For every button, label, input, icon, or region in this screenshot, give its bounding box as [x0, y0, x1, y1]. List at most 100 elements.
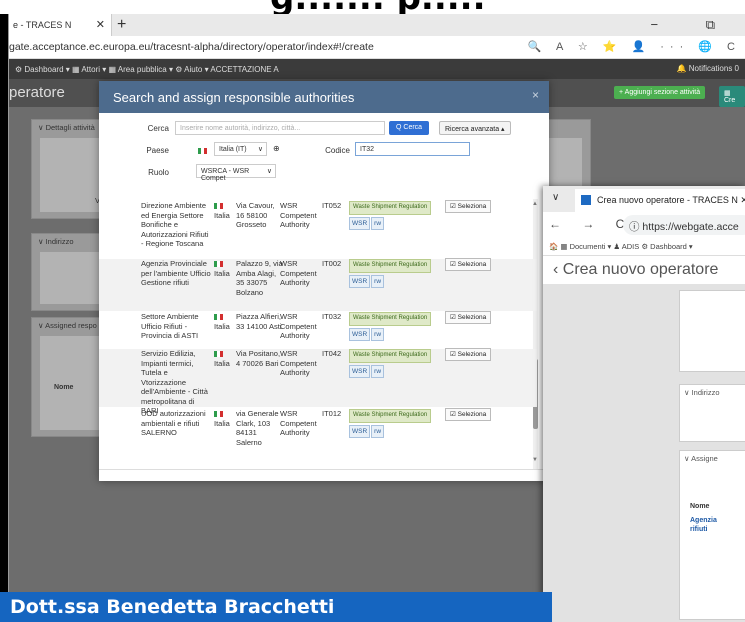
country-select[interactable]: Italia (IT) ∨ [214, 142, 267, 156]
tab-bar-2: ∨ Crea nuovo operatore - TRACES N ✕ [543, 186, 745, 212]
new-tab-button[interactable]: + [117, 16, 126, 34]
table-header-nome-2: Nome [690, 503, 710, 510]
notifications-button[interactable]: 🔔 Notifications 0 [677, 64, 739, 73]
browser-tab-2[interactable]: Crea nuovo operatore - TRACES N ✕ [575, 189, 745, 212]
card-address-2: ∨ Indirizzo [679, 384, 745, 442]
flag-it-icon [214, 351, 223, 358]
select-button[interactable]: ☑ Seleziona [445, 348, 492, 361]
code-cell: IT052 [322, 201, 342, 210]
tab-list-dropdown[interactable]: ∨ [552, 192, 559, 203]
select-cell: ☑ Seleziona [445, 348, 492, 361]
nav-buttons[interactable]: ← → C [549, 217, 633, 231]
page-body-2: ∨ Indirizzo ∨ Assigne Nome Agenzia rifiu… [543, 284, 745, 622]
globe-icon[interactable]: ⊕ [273, 144, 280, 153]
select-cell: ☑ Seleziona [445, 408, 492, 421]
country-text: Italia [214, 358, 230, 368]
address-bar-2: ← → C ⓘ https://webgate.acce [543, 212, 745, 238]
tags-cell: Waste Shipment Regulation WSR rw [349, 259, 449, 288]
tab-title-2: Crea nuovo operatore - TRACES N ✕ [597, 195, 745, 205]
country-cell: Italia [214, 201, 236, 220]
result-row: Agenzia Provinciale per l'ambiente Uffic… [99, 258, 537, 311]
tags-cell: Waste Shipment Regulation WSR rw [349, 312, 449, 341]
modal-header: Search and assign responsible authoritie… [99, 81, 549, 113]
role-cell: WSR Competent Authority [280, 259, 317, 287]
regulation-badge: Waste Shipment Regulation [349, 312, 432, 326]
flag-it-icon [214, 203, 223, 210]
browser-toolbar-icons[interactable]: 🔍 A ☆ ⭐ 👤 ··· 🌐 C [528, 40, 741, 53]
wsr-badge: WSR [349, 364, 371, 378]
table-header-nome: Nome [54, 384, 74, 391]
authority-name: Settore Ambiente Ufficio Rifiuti - Provi… [141, 312, 199, 340]
assigned-authority-link[interactable]: Agenzia rifiuti [690, 516, 720, 534]
address-cell: via Generale Clark, 103 84131 Salerno [236, 409, 279, 447]
card-label: ∨ Indirizzo [684, 388, 720, 397]
address-bar[interactable]: gate.acceptance.ec.europa.eu/tracesnt-al… [9, 36, 745, 59]
url-text[interactable]: gate.acceptance.ec.europa.eu/tracesnt-al… [9, 41, 374, 53]
modal-footer [99, 469, 549, 481]
page-title-2[interactable]: ‹ Crea nuovo operatore [543, 256, 745, 284]
assign-authorities-modal: Search and assign responsible authoritie… [99, 81, 549, 481]
country-cell: Italia [214, 259, 236, 278]
country-cell: Italia [214, 349, 236, 368]
flag-it-icon [214, 411, 223, 418]
select-button[interactable]: ☑ Seleziona [445, 408, 492, 421]
code-input[interactable]: IT32 [355, 142, 470, 156]
card-top-2 [679, 290, 745, 372]
rw-badge: rw [371, 424, 385, 438]
code-cell: IT002 [322, 259, 342, 268]
close-tab-icon[interactable]: ✕ [96, 18, 105, 31]
authority-name: Direzione Ambiente ed Energia Settore Bo… [141, 201, 209, 248]
regulation-badge: Waste Shipment Regulation [349, 409, 432, 423]
bookmark-bar[interactable]: 🏠 ▦ Documenti ▾ ♟ ADIS ⚙ Dashboard ▾ [543, 238, 745, 256]
add-activity-button[interactable]: + Aggiungi sezione attività [614, 86, 706, 99]
select-button[interactable]: ☑ Seleziona [445, 200, 492, 213]
flag-it-icon [198, 146, 207, 155]
search-button[interactable]: Q Cerca [389, 121, 430, 135]
window-controls[interactable]: − ⧉ [651, 17, 738, 33]
browser-tab[interactable]: e - TRACES N ✕ [9, 14, 112, 36]
flag-it-icon [214, 261, 223, 268]
role-cell: WSR Competent Authority [280, 349, 317, 377]
country-text: Italia [214, 418, 230, 428]
stage: g....... p..... e - TRACES N ✕ + − ⧉ gat… [0, 0, 745, 622]
results-list[interactable]: ▲ ▼ Direzione Ambiente ed Energia Settor… [99, 199, 549, 469]
page-title: peratore [9, 84, 65, 101]
country-text: Italia [214, 268, 230, 278]
country-cell: Italia [214, 312, 236, 331]
select-cell: ☑ Seleziona [445, 258, 492, 271]
card-assigned-2: ∨ Assigne Nome Agenzia rifiuti [679, 450, 745, 620]
address-cell: Via Cavour, 16 58100 Grosseto [236, 201, 275, 229]
app-nav-items[interactable]: ⚙ Dashboard ▾ ▦ Attori ▾ ▦ Area pubblica… [15, 65, 279, 74]
create-button[interactable]: ▦ Cre [719, 86, 745, 107]
regulation-badge: Waste Shipment Regulation [349, 259, 432, 273]
role-select[interactable]: WSRCA - WSR Compet ∨ [196, 164, 276, 182]
role-label: Ruolo [148, 168, 169, 177]
code-cell: IT012 [322, 409, 342, 418]
search-input[interactable]: Inserire nome autorità, indirizzo, città… [175, 121, 385, 135]
tab-bar: e - TRACES N ✕ + − ⧉ [9, 14, 745, 36]
advanced-search-button[interactable]: Ricerca avanzata ▴ [439, 121, 511, 135]
code-cell: IT042 [322, 349, 342, 358]
regulation-badge: Waste Shipment Regulation [349, 349, 432, 363]
slide-title-fragment: g....... p..... [0, 0, 745, 14]
result-row: Settore Ambiente Ufficio Rifiuti - Provi… [99, 311, 537, 348]
authority-name: Agenzia Provinciale per l'ambiente Uffic… [141, 259, 211, 287]
code-label: Codice [325, 146, 350, 155]
country-label: Paese [146, 146, 169, 155]
select-cell: ☑ Seleziona [445, 200, 492, 213]
result-row: Servizio Edilizia, Impianti termici, Tut… [99, 348, 537, 415]
country-text: Italia [214, 210, 230, 220]
rw-badge: rw [371, 216, 385, 230]
chevron-down-icon: ∨ [266, 168, 272, 175]
result-row: UOD autorizzazioni ambientali e rifiuti … [99, 408, 537, 461]
address-cell: Palazzo 9, via Amba Alagi, 35 33075 Bolz… [236, 259, 283, 297]
select-button[interactable]: ☑ Seleziona [445, 258, 492, 271]
country-text: Italia [214, 321, 230, 331]
assigned-table-2: Nome Agenzia rifiuti [686, 499, 724, 538]
rw-badge: rw [371, 274, 385, 288]
url-box-2[interactable]: ⓘ https://webgate.acce [623, 215, 745, 235]
role-value: WSRCA - WSR Compet [201, 168, 250, 182]
select-cell: ☑ Seleziona [445, 311, 492, 324]
modal-close-icon[interactable]: × [532, 88, 539, 102]
select-button[interactable]: ☑ Seleziona [445, 311, 492, 324]
